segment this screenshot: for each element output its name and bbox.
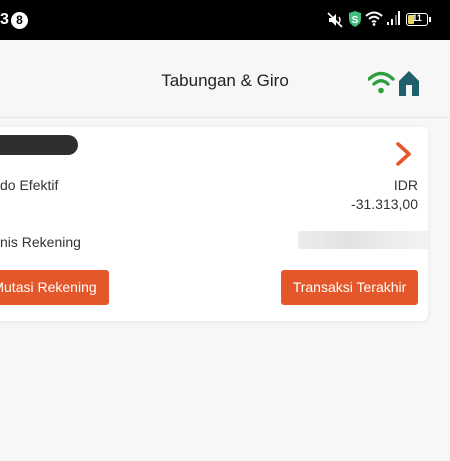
- wifi-home-icon[interactable]: [368, 68, 422, 98]
- svg-text:S: S: [352, 15, 359, 26]
- wifi-icon: [365, 11, 383, 26]
- masked-account-name: [0, 135, 78, 155]
- account-type-value-masked: [298, 231, 428, 249]
- balance-amount: -31.313,00: [351, 196, 418, 212]
- mute-icon: [327, 12, 343, 28]
- shield-app-icon: S: [349, 11, 361, 27]
- status-bar: 3 8 S 11: [0, 0, 450, 40]
- signal-icon: [387, 11, 400, 25]
- chevron-right-icon[interactable]: [394, 141, 416, 167]
- mutasi-rekening-button[interactable]: Mutasi Rekening: [0, 270, 109, 305]
- notification-count-badge: 8: [11, 12, 28, 29]
- app-header: Tabungan & Giro: [0, 40, 450, 118]
- account-type-label: nis Rekening: [0, 234, 81, 250]
- balance-label: do Efektif: [0, 177, 59, 193]
- battery-icon: 11: [406, 13, 431, 26]
- status-clock: 3: [0, 11, 9, 28]
- battery-tip: [429, 17, 431, 22]
- account-card: do Efektif IDR -31.313,00 nis Rekening M…: [0, 127, 428, 321]
- transaksi-terakhir-button[interactable]: Transaksi Terakhir: [281, 270, 418, 305]
- battery-label: 11: [412, 13, 422, 23]
- currency-code: IDR: [393, 177, 418, 193]
